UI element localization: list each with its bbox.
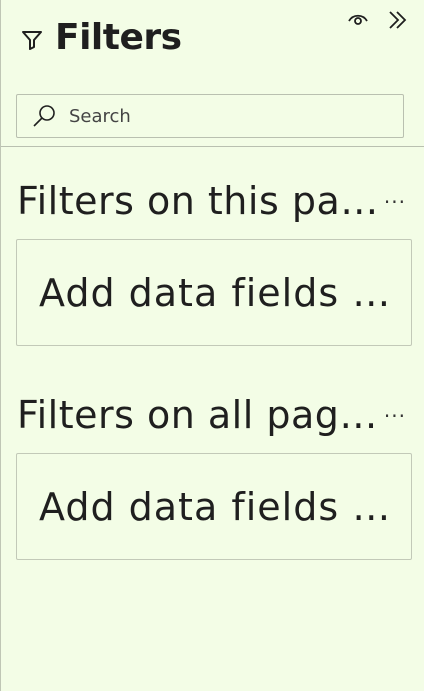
double-chevron-right-icon[interactable] xyxy=(386,8,410,32)
filter-funnel-icon xyxy=(19,27,45,53)
drop-well-all-pages[interactable]: Add data fields here xyxy=(16,453,412,560)
section-title-this-page: Filters on this page xyxy=(17,179,383,223)
search-icon xyxy=(31,103,57,129)
drop-well-label: Add data fields here xyxy=(39,270,393,315)
more-options-button[interactable]: ··· xyxy=(384,406,406,426)
header-actions xyxy=(346,8,410,32)
divider xyxy=(1,146,424,147)
section-title-all-pages: Filters on all pages xyxy=(17,393,383,437)
drop-well-label: Add data fields here xyxy=(39,484,393,529)
search-box[interactable] xyxy=(16,94,404,138)
more-options-button[interactable]: ··· xyxy=(384,192,406,212)
pane-title: Filters xyxy=(55,17,182,58)
eye-icon[interactable] xyxy=(346,8,370,32)
drop-well-this-page[interactable]: Add data fields here xyxy=(16,239,412,346)
filters-header: Filters xyxy=(19,14,182,62)
filters-pane: Filters Filters on this page ··· xyxy=(0,0,424,691)
search-input[interactable] xyxy=(69,105,369,127)
